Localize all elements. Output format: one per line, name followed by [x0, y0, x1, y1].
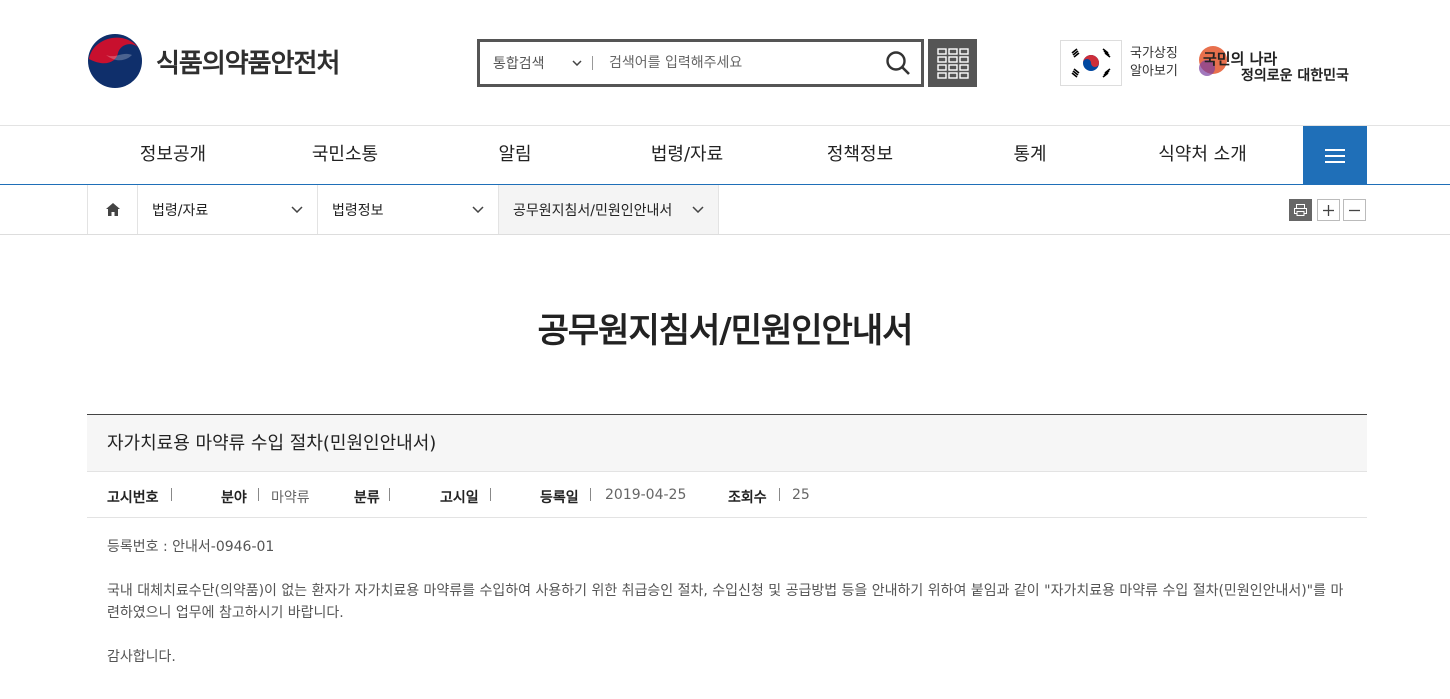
- chevron-down-icon: [692, 206, 704, 213]
- all-menu-button[interactable]: [1303, 126, 1367, 185]
- print-icon: [1294, 204, 1307, 216]
- field-value: 마약류: [271, 490, 310, 506]
- location-bar: 법령/자료 법령정보 공무원지침서/민원인안내서: [0, 185, 1450, 235]
- meta-separator: [590, 488, 591, 501]
- slogan-line2: 정의로운 대한민국: [1241, 67, 1349, 84]
- breadcrumb-depth1-label: 법령/자료: [152, 202, 209, 219]
- gnb-item-statistics[interactable]: 통계: [985, 126, 1075, 184]
- page-title: 공무원지침서/민원인안내서: [537, 311, 914, 351]
- search-scope-select[interactable]: 통합검색: [480, 42, 592, 84]
- search-input[interactable]: [593, 55, 875, 71]
- reg-date-value: 2019-04-25: [605, 487, 687, 503]
- taegukgi-flag-icon: [1060, 40, 1122, 86]
- category-label: 분류: [354, 490, 380, 506]
- hamburger-menu-icon: [1325, 148, 1345, 163]
- zoom-in-button[interactable]: [1317, 199, 1340, 221]
- registration-number: 등록번호 : 안내서-0946-01: [107, 539, 275, 555]
- mfds-logo-icon: [88, 34, 142, 88]
- site-header: 식품의약품안전처 통합검색 검색어를 입력해주세요 국가상징 알아보기 국민의 …: [0, 0, 1450, 126]
- breadcrumb-depth3-label: 공무원지침서/민원인안내서: [513, 202, 673, 219]
- site-logo[interactable]: 식품의약품안전처: [86, 33, 340, 89]
- org-name: 식품의약품안전처: [156, 48, 340, 79]
- gnb-item-policy[interactable]: 정책정보: [805, 126, 915, 184]
- chevron-down-icon: [472, 206, 484, 213]
- post-paragraph: 국내 대체치료수단(의약품)이 없는 환자가 자가치료용 마약류를 수입하여 사…: [107, 583, 1344, 621]
- views-value: 25: [792, 487, 810, 503]
- government-slogan-logo: 국민의 나라 정의로운 대한민국: [1199, 46, 1349, 84]
- search-icon: [886, 51, 910, 75]
- search-box: 통합검색: [477, 39, 924, 87]
- views-label: 조회수: [728, 490, 767, 506]
- field-label: 분야: [221, 490, 247, 506]
- search-button[interactable]: [875, 42, 921, 84]
- breadcrumb-depth2-label: 법령정보: [332, 202, 384, 219]
- meta-separator: [389, 488, 390, 501]
- national-symbol-text: 국가상징 알아보기: [1130, 46, 1178, 79]
- zoom-out-button[interactable]: [1343, 199, 1366, 221]
- breadcrumb-depth2[interactable]: 법령정보: [318, 185, 499, 234]
- gnb-item-notice[interactable]: 알림: [470, 126, 560, 184]
- search-scope-label: 통합검색: [493, 56, 545, 72]
- post-meta: 고시번호 분야 마약류 분류 고시일 등록일 2019-04-25 조회수 25: [87, 472, 1367, 518]
- slogan-line1: 국민의 나라: [1203, 50, 1277, 68]
- breadcrumb-depth1[interactable]: 법령/자료: [138, 185, 318, 234]
- breadcrumb-depth3[interactable]: 공무원지침서/민원인안내서: [499, 185, 719, 234]
- meta-separator: [490, 488, 491, 501]
- post-content: 등록번호 : 안내서-0946-01 국내 대체치료수단(의약품)이 없는 환자…: [87, 518, 1367, 668]
- gnb-item-law-data[interactable]: 법령/자료: [632, 126, 742, 184]
- home-button[interactable]: [87, 185, 138, 234]
- meta-separator: [171, 488, 172, 501]
- chevron-down-icon: [291, 206, 303, 213]
- all-services-button[interactable]: [928, 39, 977, 87]
- plus-icon: [1323, 204, 1334, 216]
- gnb-item-communication[interactable]: 국민소통: [290, 126, 400, 184]
- notice-no-label: 고시번호: [107, 490, 159, 506]
- print-button[interactable]: [1289, 199, 1312, 221]
- minus-icon: [1349, 209, 1360, 211]
- meta-separator: [779, 488, 780, 501]
- meta-separator: [258, 488, 259, 501]
- gnb-item-info-disclosure[interactable]: 정보공개: [118, 126, 228, 184]
- gnb-item-about[interactable]: 식약처 소개: [1140, 126, 1265, 184]
- post-closing: 감사합니다.: [107, 649, 176, 665]
- home-icon: [105, 203, 120, 216]
- national-symbol-link[interactable]: 국가상징 알아보기: [1060, 40, 1186, 86]
- board-view: 자가치료용 마약류 수입 절차(민원인안내서) 고시번호 분야 마약류 분류 고…: [87, 414, 1367, 690]
- chevron-down-icon: [572, 60, 582, 66]
- main-navigation: 정보공개 국민소통 알림 법령/자료 정책정보 통계 식약처 소개: [0, 126, 1450, 185]
- post-title: 자가치료용 마약류 수입 절차(민원인안내서): [87, 415, 1367, 472]
- notice-date-label: 고시일: [440, 490, 479, 506]
- grid-icon: [936, 48, 969, 79]
- reg-date-label: 등록일: [540, 490, 579, 506]
